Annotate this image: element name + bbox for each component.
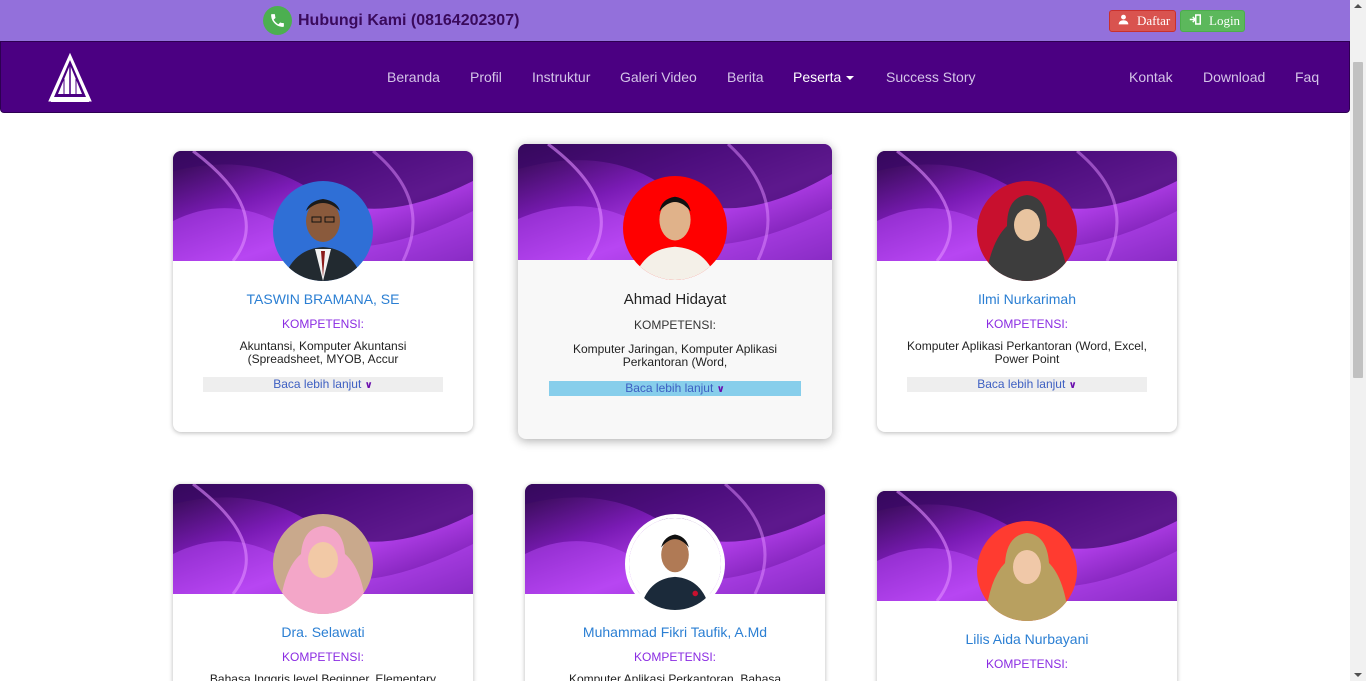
kompetensi-label: KOMPETENSI:: [985, 657, 1068, 671]
kompetensi-label: KOMPETENSI:: [281, 650, 364, 664]
nav-peserta-label: Peserta: [793, 69, 842, 85]
nav-success-story[interactable]: Success Story: [886, 69, 975, 85]
login-button[interactable]: Login: [1180, 10, 1245, 32]
desc-line: Perkantoran (Word,: [622, 355, 728, 369]
daftar-button[interactable]: Daftar: [1109, 10, 1176, 32]
desc-line: (Spreadsheet, MYOB, Accur: [247, 352, 399, 366]
kompetensi-desc: Komputer Aplikasi Perkantoran, Bahasa: [555, 673, 795, 681]
participant-card: Muhammad Fikri Taufik, A.Md KOMPETENSI: …: [525, 484, 825, 681]
desc-line: Komputer Aplikasi Perkantoran, Bahasa: [568, 672, 782, 681]
avatar: [977, 521, 1077, 621]
participant-card: Ilmi Nurkarimah KOMPETENSI: Komputer Apl…: [877, 151, 1177, 432]
nav-kontak[interactable]: Kontak: [1129, 69, 1173, 85]
read-more-button[interactable]: Baca lebih lanjut ∨: [203, 377, 443, 392]
chevron-down-icon: ∨: [364, 380, 373, 391]
page-scrollbar[interactable]: [1350, 0, 1366, 681]
nav-berita[interactable]: Berita: [727, 69, 764, 85]
participant-name-link[interactable]: Muhammad Fikri Taufik, A.Md: [525, 624, 825, 640]
participant-card-featured: Ahmad Hidayat KOMPETENSI: Komputer Jarin…: [518, 144, 832, 439]
kompetensi-desc: Bahasa Inggris level Beginner, Elementar…: [203, 673, 443, 681]
kompetensi-desc: Akuntansi, Komputer Akuntansi (Spreadshe…: [213, 340, 433, 366]
top-contact-bar: Hubungi Kami (08164202307) Daftar Login: [0, 0, 1350, 41]
read-more-label: Baca lebih lanjut: [273, 377, 362, 391]
contact-phone-text: Hubungi Kami (08164202307): [298, 11, 520, 29]
read-more-label: Baca lebih lanjut: [625, 381, 714, 395]
kompetensi-desc: Komputer Aplikasi Perkantoran (Word, Exc…: [897, 340, 1157, 366]
desc-line: Bahasa Inggris level Beginner, Elementar…: [209, 672, 437, 681]
site-logo[interactable]: [47, 52, 93, 104]
nav-instruktur[interactable]: Instruktur: [532, 69, 590, 85]
contact-info[interactable]: Hubungi Kami (08164202307): [263, 6, 519, 35]
login-icon: [1189, 13, 1201, 29]
participant-name-link[interactable]: TASWIN BRAMANA, SE: [173, 291, 473, 307]
scroll-thumb[interactable]: [1353, 62, 1363, 378]
read-more-button[interactable]: Baca lebih lanjut ∨: [549, 381, 801, 396]
nav-profil[interactable]: Profil: [470, 69, 502, 85]
desc-line: Power Point: [994, 352, 1060, 366]
nav-beranda[interactable]: Beranda: [387, 69, 440, 85]
user-icon: [1118, 14, 1129, 29]
read-more-button[interactable]: Baca lebih lanjut ∨: [907, 377, 1147, 392]
avatar: [625, 514, 725, 614]
phone-icon: [263, 6, 292, 35]
avatar: [623, 176, 727, 280]
participant-card: TASWIN BRAMANA, SE KOMPETENSI: Akuntansi…: [173, 151, 473, 432]
participant-name-link[interactable]: Ahmad Hidayat: [518, 291, 832, 308]
kompetensi-label: KOMPETENSI:: [633, 318, 716, 332]
main-navbar: Beranda Profil Instruktur Galeri Video B…: [0, 41, 1350, 113]
avatar: [273, 181, 373, 281]
login-label: Login: [1209, 13, 1241, 28]
avatar: [977, 181, 1077, 281]
scroll-up-arrow-icon[interactable]: [1354, 4, 1362, 8]
kompetensi-label: KOMPETENSI:: [985, 317, 1068, 331]
kompetensi-label: KOMPETENSI:: [281, 317, 364, 331]
participant-card: Lilis Aida Nurbayani KOMPETENSI:: [877, 491, 1177, 681]
participant-name-link[interactable]: Lilis Aida Nurbayani: [877, 631, 1177, 647]
nav-faq[interactable]: Faq: [1295, 69, 1319, 85]
nav-download[interactable]: Download: [1203, 69, 1265, 85]
caret-down-icon: [846, 76, 855, 81]
chevron-down-icon: ∨: [716, 384, 725, 395]
participant-name-link[interactable]: Dra. Selawati: [173, 624, 473, 640]
nav-peserta-dropdown[interactable]: Peserta: [793, 69, 855, 85]
read-more-label: Baca lebih lanjut: [977, 377, 1066, 391]
nav-galeri-video[interactable]: Galeri Video: [620, 69, 697, 85]
chevron-down-icon: ∨: [1068, 380, 1077, 391]
scroll-down-arrow-icon[interactable]: [1354, 673, 1362, 677]
participant-name-link[interactable]: Ilmi Nurkarimah: [877, 291, 1177, 307]
kompetensi-label: KOMPETENSI:: [633, 650, 716, 664]
participant-card: Dra. Selawati KOMPETENSI: Bahasa Inggris…: [173, 484, 473, 681]
avatar: [273, 514, 373, 614]
daftar-label: Daftar: [1137, 13, 1171, 28]
kompetensi-desc: Komputer Jaringan, Komputer Aplikasi Per…: [560, 343, 790, 369]
